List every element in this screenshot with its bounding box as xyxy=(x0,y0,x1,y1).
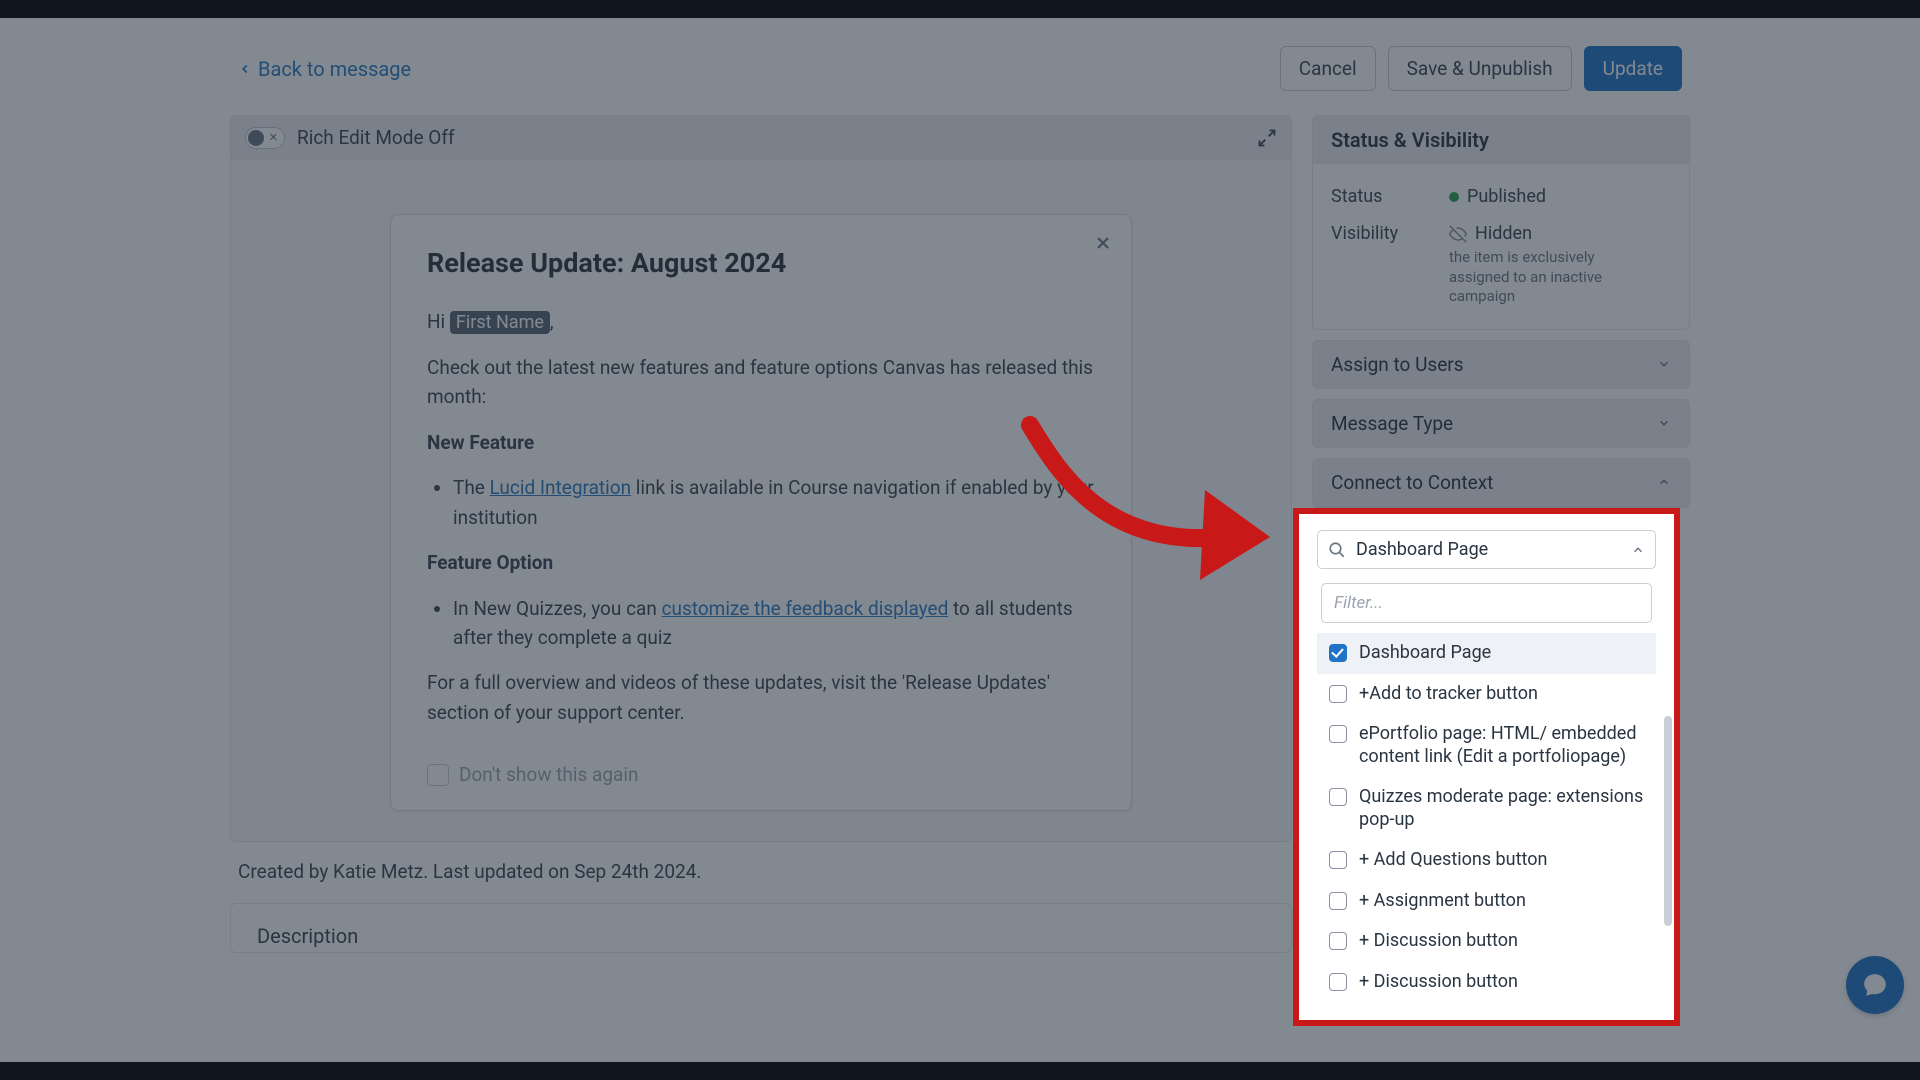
context-option-label: + Discussion button xyxy=(1359,930,1518,953)
checkbox[interactable] xyxy=(1329,685,1347,703)
rich-edit-toggle[interactable]: ✕ xyxy=(245,127,285,149)
dont-show-label: Don't show this again xyxy=(459,763,638,786)
visibility-value: Hidden xyxy=(1475,223,1532,244)
checkbox[interactable] xyxy=(1329,725,1347,743)
chat-icon xyxy=(1862,972,1888,998)
status-visibility-title: Status & Visibility xyxy=(1331,128,1489,152)
context-selected-value: Dashboard Page xyxy=(1356,539,1621,560)
checkbox[interactable] xyxy=(1329,973,1347,991)
message-type-label: Message Type xyxy=(1331,412,1453,435)
status-value: Published xyxy=(1467,186,1546,207)
li2-pre: In New Quizzes, you can xyxy=(453,597,662,620)
context-option[interactable]: +Add to tracker button xyxy=(1317,674,1656,715)
chevron-left-icon xyxy=(238,62,252,76)
assign-users-label: Assign to Users xyxy=(1331,353,1464,376)
context-option-label: + Add Questions button xyxy=(1359,849,1547,872)
update-button[interactable]: Update xyxy=(1584,46,1682,91)
help-fab[interactable] xyxy=(1846,956,1904,1014)
back-link-label: Back to message xyxy=(258,57,411,81)
eye-off-icon xyxy=(1449,225,1467,243)
scrollbar-thumb[interactable] xyxy=(1664,716,1672,926)
context-option[interactable]: + Add Questions button xyxy=(1317,840,1656,881)
chevron-down-icon xyxy=(1657,416,1671,430)
context-option[interactable]: Quizzes moderate page: extensions pop-up xyxy=(1317,777,1656,840)
customize-feedback-link[interactable]: customize the feedback displayed xyxy=(662,597,949,620)
visibility-hint: the item is exclusively assigned to an i… xyxy=(1449,248,1629,307)
context-option[interactable]: + Assignment button xyxy=(1317,881,1656,922)
context-option[interactable]: + Discussion button xyxy=(1317,921,1656,962)
greeting-prefix: Hi xyxy=(427,310,450,333)
editor-panel: ✕ Rich Edit Mode Off Release Update: Aug… xyxy=(230,115,1292,842)
dont-show-checkbox[interactable] xyxy=(427,764,449,786)
greeting-suffix: , xyxy=(550,310,554,333)
action-buttons: Cancel Save & Unpublish Update xyxy=(1280,46,1682,91)
description-panel: Description xyxy=(230,903,1292,953)
search-icon xyxy=(1328,541,1346,559)
expand-icon[interactable] xyxy=(1257,128,1277,148)
cancel-button[interactable]: Cancel xyxy=(1280,46,1376,91)
description-label: Description xyxy=(257,924,1265,948)
assign-users-accordion[interactable]: Assign to Users xyxy=(1312,340,1690,389)
back-link[interactable]: Back to message xyxy=(238,57,411,81)
context-option[interactable]: Dashboard Page xyxy=(1317,633,1656,674)
intro-text: Check out the latest new features and fe… xyxy=(427,353,1095,412)
context-filter-input[interactable] xyxy=(1321,583,1652,623)
save-unpublish-button[interactable]: Save & Unpublish xyxy=(1388,46,1572,91)
context-option[interactable]: ePortfolio page: HTML/ embedded content … xyxy=(1317,714,1656,777)
new-feature-heading: New Feature xyxy=(427,431,534,454)
lucid-link[interactable]: Lucid Integration xyxy=(490,476,631,499)
connect-context-header[interactable]: Connect to Context xyxy=(1313,459,1689,507)
checkbox[interactable] xyxy=(1329,644,1347,662)
context-option-list: Dashboard Page +Add to tracker button ePor… xyxy=(1317,633,1656,1002)
context-option-label: +Add to tracker button xyxy=(1359,683,1538,706)
context-option-label: Quizzes moderate page: extensions pop-up xyxy=(1359,786,1644,831)
dont-show-row: Don't show this again xyxy=(427,763,1095,786)
context-dropdown-highlight: Dashboard Page Dashboard Page +Add to tra… xyxy=(1293,508,1680,1026)
connect-context-panel: Connect to Context xyxy=(1312,458,1690,508)
status-visibility-header[interactable]: Status & Visibility xyxy=(1313,116,1689,164)
context-option-label: + Discussion button xyxy=(1359,971,1518,994)
message-type-accordion[interactable]: Message Type xyxy=(1312,399,1690,448)
context-option-label: ePortfolio page: HTML/ embedded content … xyxy=(1359,723,1644,768)
checkbox[interactable] xyxy=(1329,932,1347,950)
message-card: Release Update: August 2024 Hi First Nam… xyxy=(390,214,1132,811)
chevron-down-icon xyxy=(1657,357,1671,371)
chevron-up-icon xyxy=(1657,475,1671,489)
status-visibility-panel: Status & Visibility Status Published Vis… xyxy=(1312,115,1690,330)
li1-pre: The xyxy=(453,476,490,499)
meta-line: Created by Katie Metz. Last updated on S… xyxy=(230,842,1292,903)
context-search-combo[interactable]: Dashboard Page xyxy=(1317,530,1656,569)
visibility-label: Visibility xyxy=(1331,223,1409,244)
context-option-label: + Assignment button xyxy=(1359,890,1526,913)
checkbox[interactable] xyxy=(1329,892,1347,910)
message-body: Hi First Name, Check out the latest new … xyxy=(427,307,1095,727)
rich-edit-label: Rich Edit Mode Off xyxy=(297,126,455,149)
checkbox[interactable] xyxy=(1329,788,1347,806)
context-option-label: Dashboard Page xyxy=(1359,642,1491,665)
connect-context-label: Connect to Context xyxy=(1331,471,1493,494)
chevron-up-icon xyxy=(1631,543,1645,557)
context-option[interactable]: + Discussion button xyxy=(1317,962,1656,1003)
close-icon[interactable] xyxy=(1093,233,1113,253)
feature-option-heading: Feature Option xyxy=(427,551,553,574)
message-title: Release Update: August 2024 xyxy=(427,247,1095,279)
closing-text: For a full overview and videos of these … xyxy=(427,668,1095,727)
top-bar: Back to message Cancel Save & Unpublish … xyxy=(230,46,1690,91)
first-name-token[interactable]: First Name xyxy=(450,311,550,334)
status-dot-icon xyxy=(1449,192,1459,202)
status-label: Status xyxy=(1331,186,1409,207)
checkbox[interactable] xyxy=(1329,851,1347,869)
